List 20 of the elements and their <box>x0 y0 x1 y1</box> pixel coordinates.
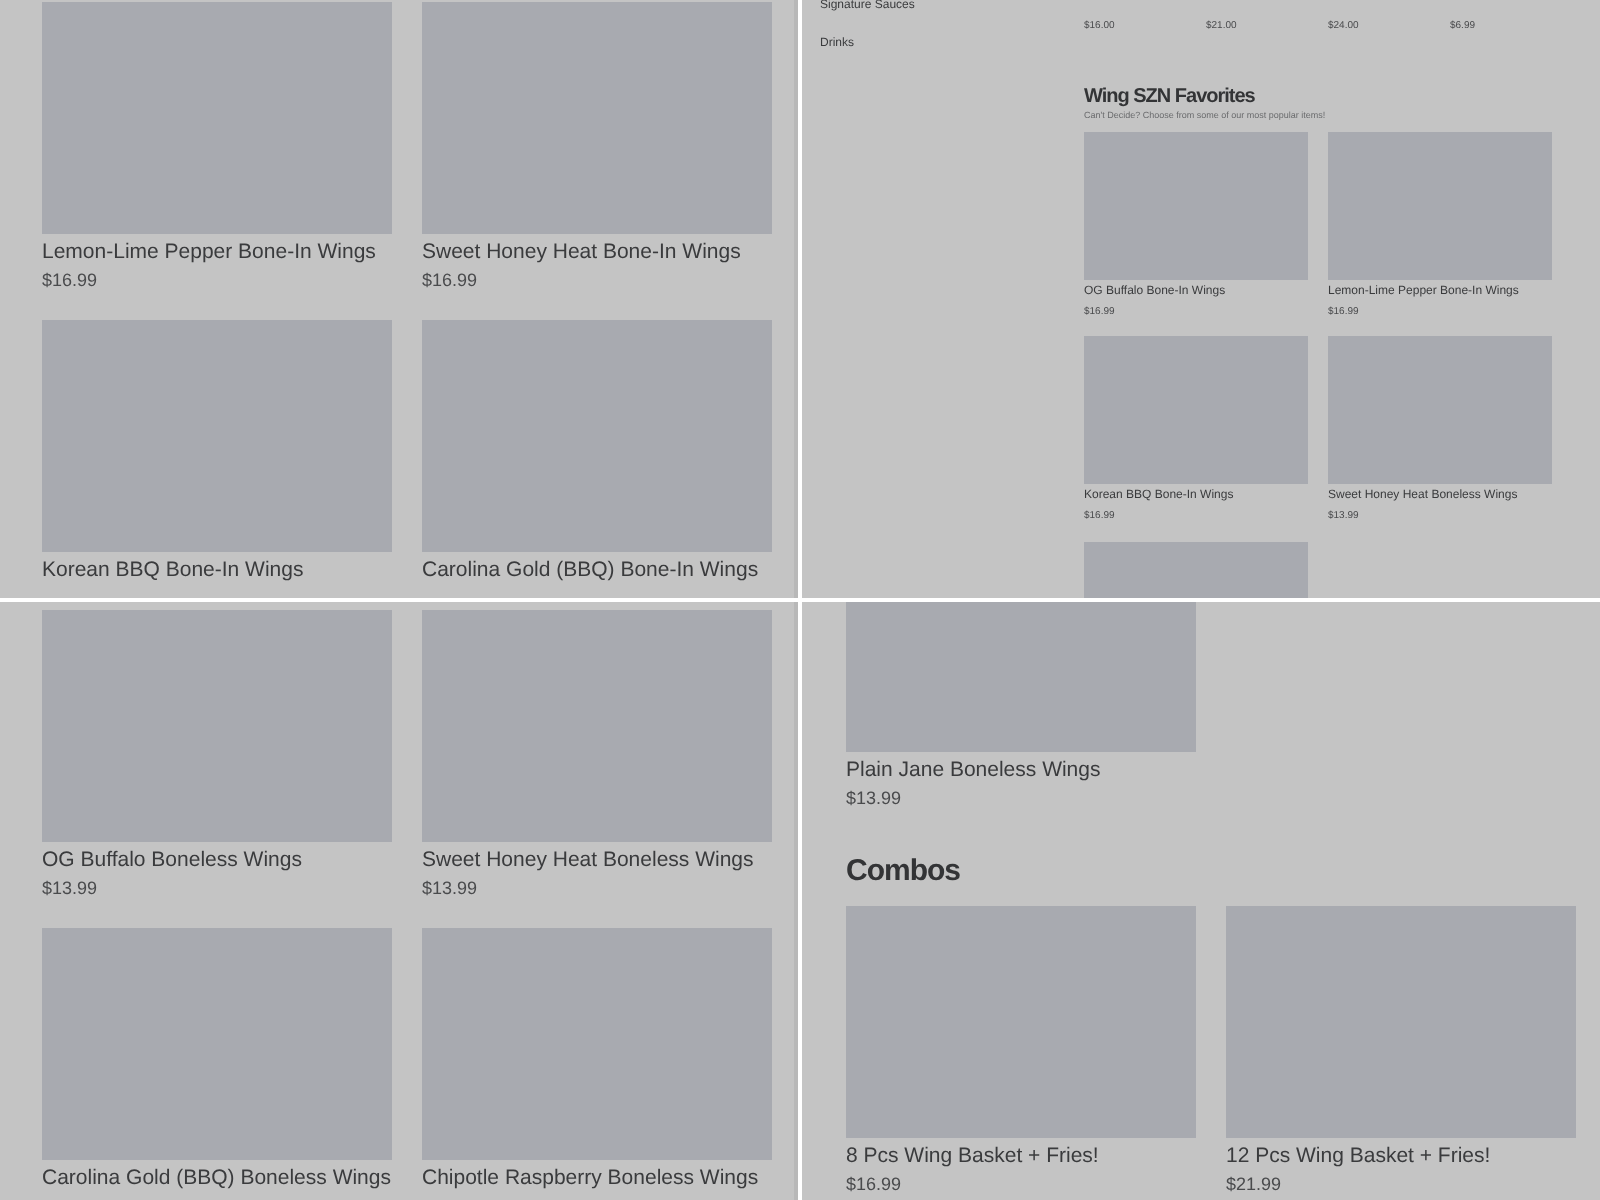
section-title: Combos <box>846 854 962 889</box>
item-name[interactable]: Plain Jane Boneless Wings <box>846 758 1196 786</box>
item-name[interactable]: Sweet Honey Heat Boneless Wings <box>422 848 772 876</box>
item-price: $16.99 <box>42 269 100 293</box>
item-price: $21.99 <box>1226 1173 1284 1198</box>
item-price: $16.99 <box>422 269 480 293</box>
item-name[interactable]: Carolina Gold (BBQ) Bone-In Wings <box>422 558 772 586</box>
item-name[interactable]: Korean BBQ Bone-In Wings <box>42 558 392 586</box>
section-title: Wing SZN Favorites <box>1084 86 1257 108</box>
item-name[interactable]: Lemon-Lime Pepper Bone-In Wings <box>42 240 392 268</box>
item-price: $13.99 <box>42 877 100 901</box>
item-price: $13.99 <box>422 877 480 901</box>
item-price: $16.99 <box>846 1173 904 1198</box>
item-name[interactable]: Chipotle Raspberry Boneless Wings <box>422 1166 772 1194</box>
item-name[interactable]: 8 Pcs Wing Basket + Fries! <box>846 1144 1196 1172</box>
item-name[interactable]: Sweet Honey Heat Bone-In Wings <box>422 240 772 268</box>
item-name[interactable]: OG Buffalo Boneless Wings <box>42 848 392 876</box>
item-name[interactable]: 12 Pcs Wing Basket + Fries! <box>1226 1144 1576 1172</box>
item-name[interactable]: Carolina Gold (BBQ) Boneless Wings <box>42 1166 392 1194</box>
item-price: $13.99 <box>846 787 904 811</box>
